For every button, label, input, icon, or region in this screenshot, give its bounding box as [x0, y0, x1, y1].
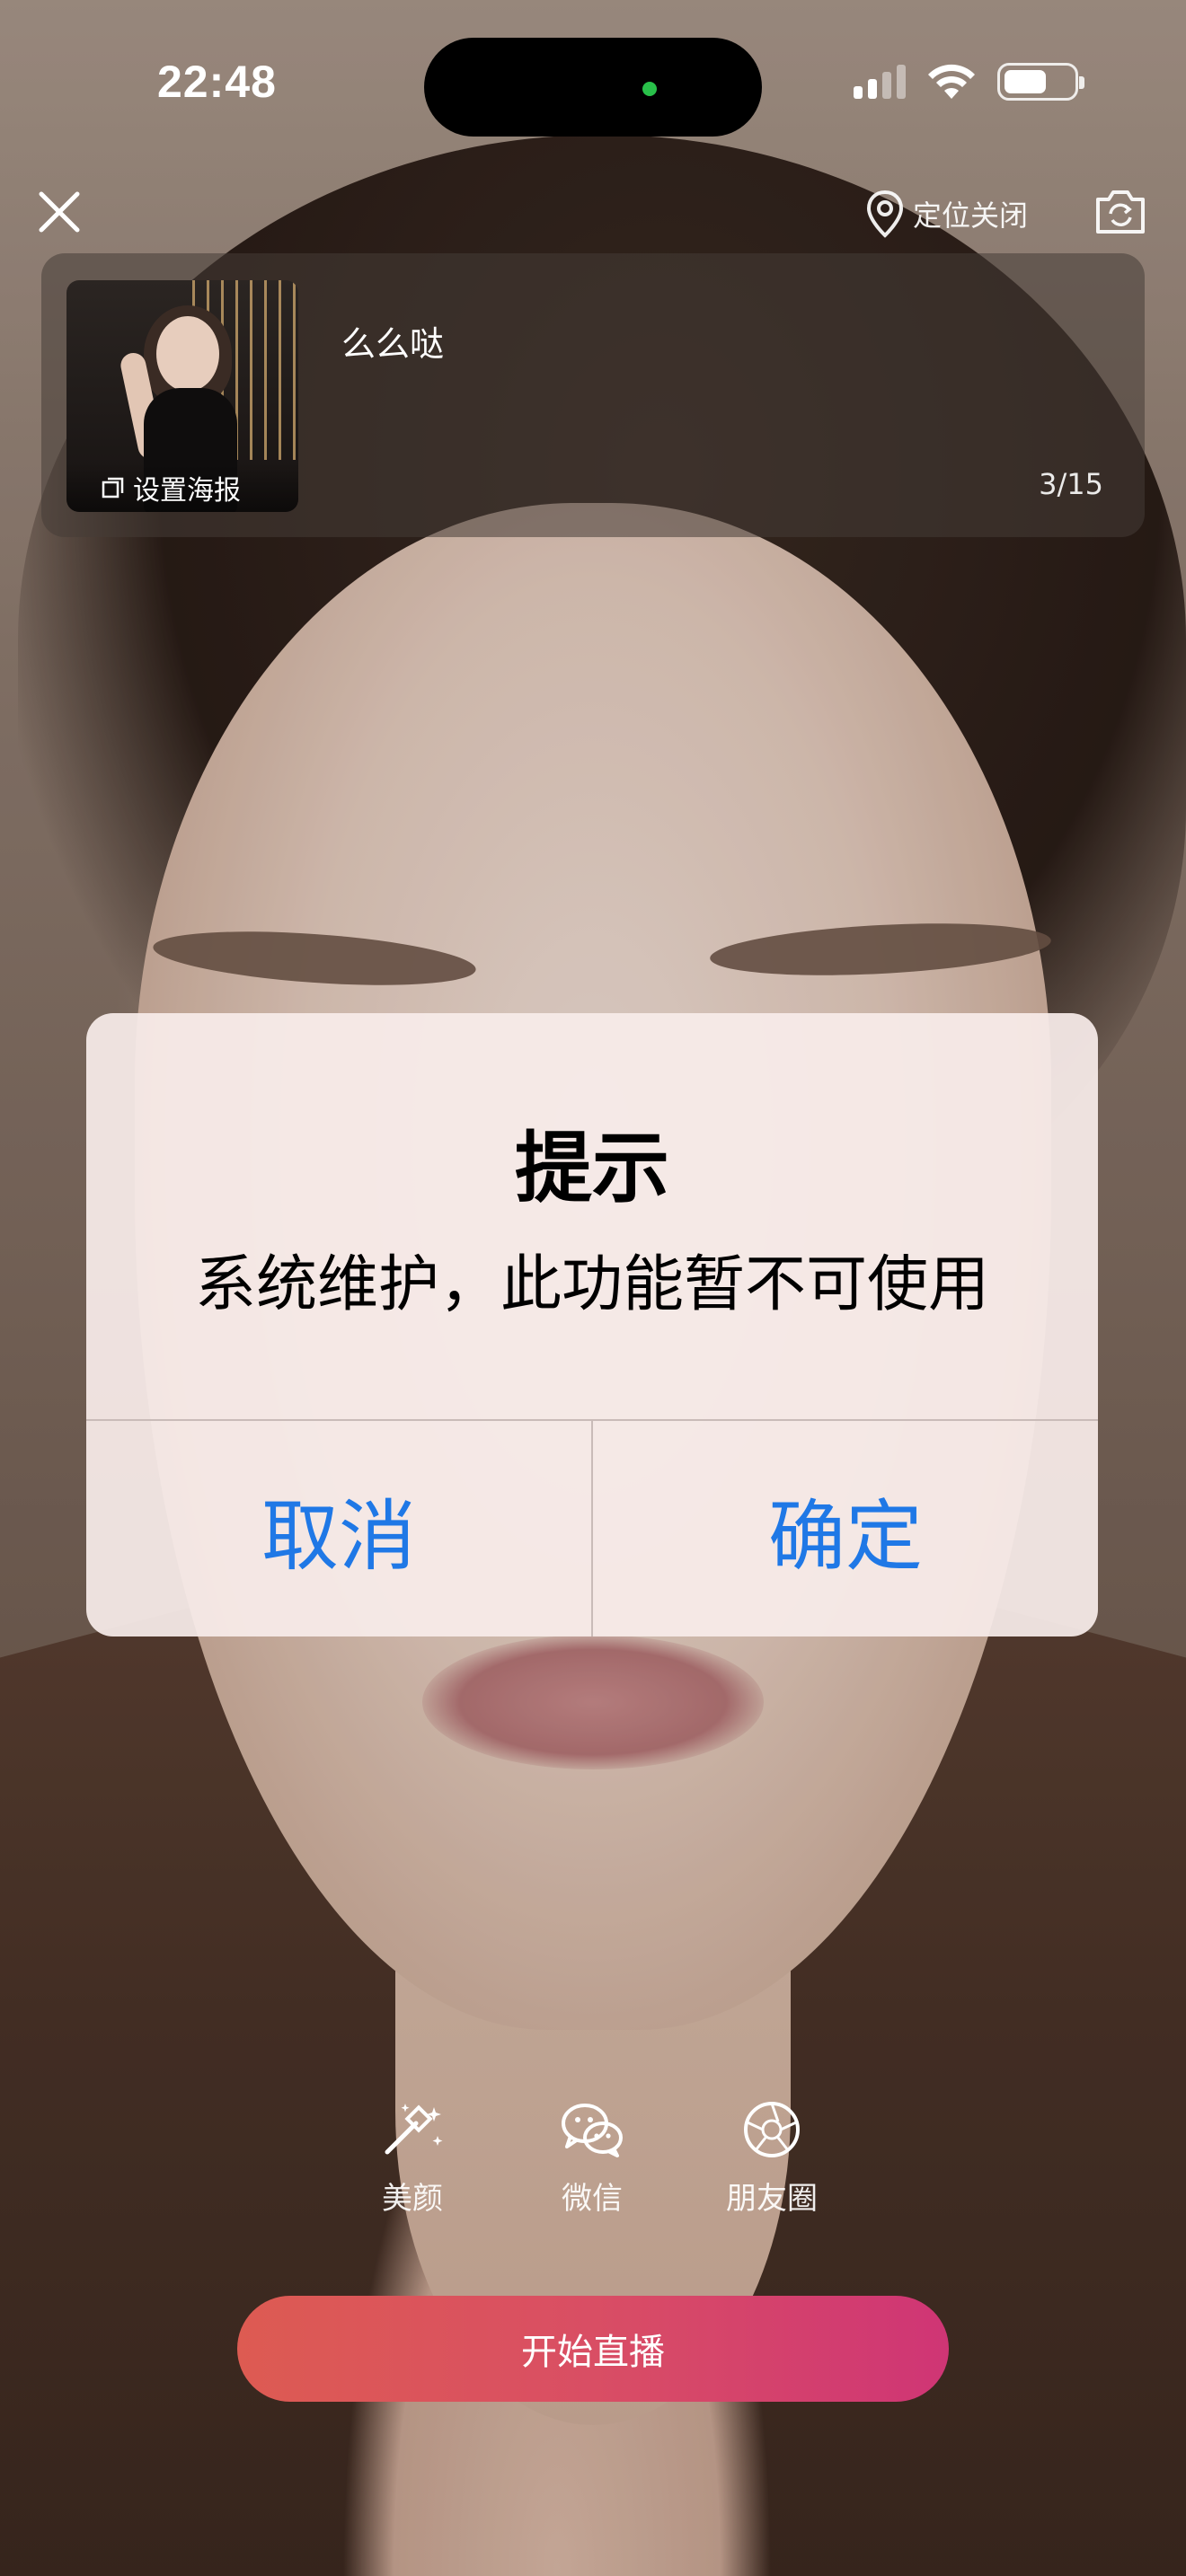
cellular-signal-icon	[854, 65, 906, 99]
set-poster-button[interactable]: 设置海报	[66, 463, 298, 512]
battery-icon	[997, 63, 1084, 101]
location-text: 定位关闭	[913, 198, 1029, 233]
set-poster-label: 设置海报	[133, 475, 241, 507]
title-char-count: 3/15	[1039, 467, 1103, 501]
location-toggle[interactable]: 定位关闭	[864, 189, 1028, 239]
live-info-card: 设置海报 么么哒 3/15	[41, 253, 1145, 537]
start-live-button[interactable]: 开始直播	[237, 2296, 949, 2402]
moments-label: 朋友圈	[726, 2181, 818, 2217]
location-pin-icon	[866, 190, 904, 238]
beauty-button[interactable]: 美颜	[345, 2100, 480, 2218]
poster-edit-icon	[102, 477, 124, 498]
camera-flip-icon	[1096, 190, 1145, 234]
alert-title: 提示	[515, 1124, 669, 1213]
poster-thumbnail[interactable]: 设置海报	[66, 280, 298, 512]
status-bar: 22:48	[0, 0, 1186, 171]
alert-dialog: 提示 系统维护，此功能暂不可使用 取消 确定	[86, 1013, 1098, 1636]
magic-wand-icon	[385, 2104, 443, 2155]
close-icon	[39, 191, 80, 233]
poster-figure-head	[156, 316, 219, 392]
camera-indicator-dot	[642, 82, 657, 96]
wechat-share-button[interactable]: 微信	[525, 2100, 659, 2218]
confirm-button[interactable]: 确定	[593, 1421, 1098, 1636]
live-title-input[interactable]: 么么哒	[341, 316, 444, 366]
flip-camera-button[interactable]	[1093, 187, 1148, 237]
cancel-button[interactable]: 取消	[86, 1421, 591, 1636]
moments-shutter-icon	[744, 2102, 800, 2157]
status-icons	[854, 63, 1084, 101]
alert-message: 系统维护，此功能暂不可使用	[194, 1249, 989, 1320]
wechat-label: 微信	[562, 2181, 623, 2217]
close-button[interactable]	[36, 189, 83, 235]
dynamic-island	[424, 38, 762, 137]
wifi-icon	[928, 64, 975, 99]
moments-share-button[interactable]: 朋友圈	[704, 2100, 839, 2218]
wechat-icon	[562, 2104, 623, 2157]
status-time: 22:48	[157, 57, 277, 107]
beauty-label: 美颜	[382, 2181, 443, 2217]
